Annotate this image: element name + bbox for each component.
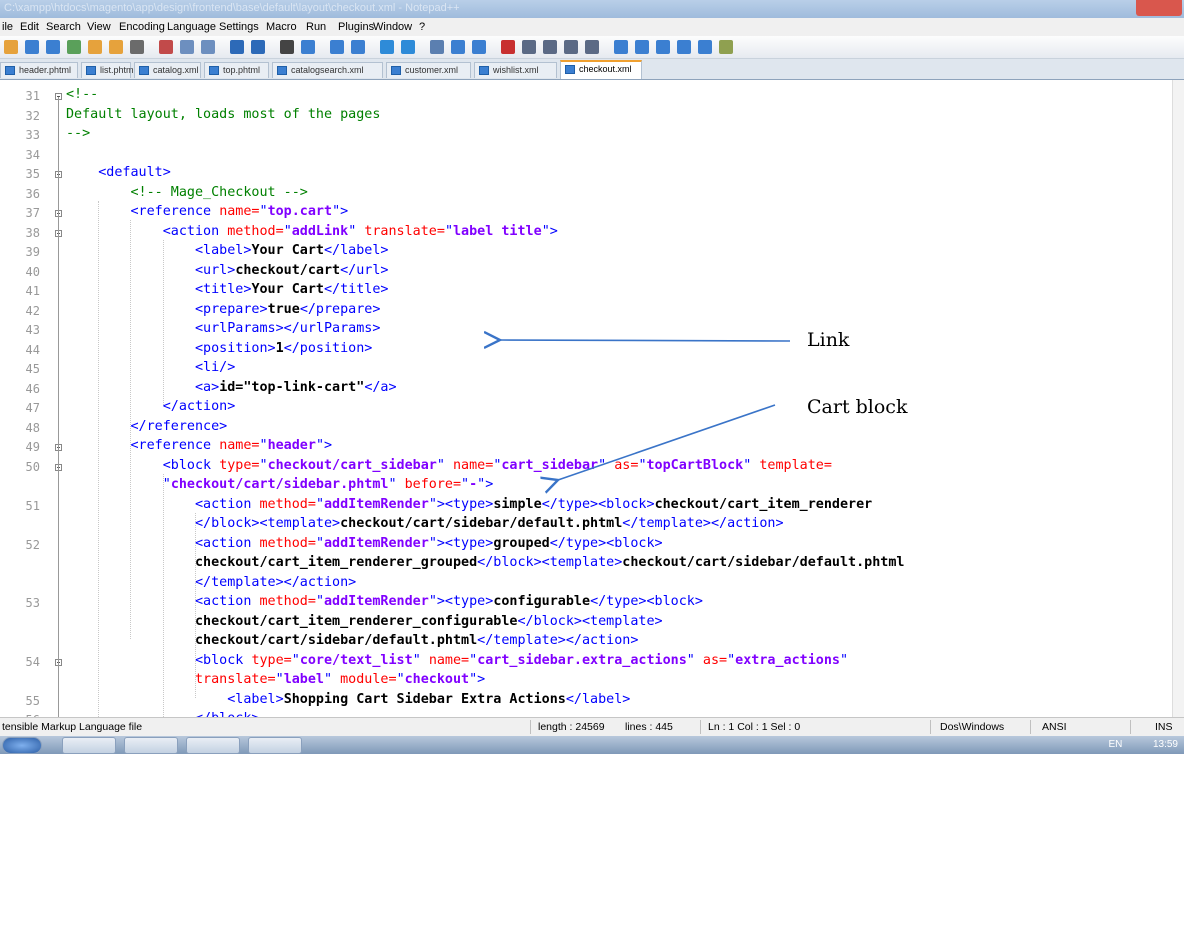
page-background — [0, 754, 1184, 946]
taskbar: EN 13:59 — [0, 736, 1184, 754]
explorer-taskbar-icon[interactable] — [62, 737, 116, 754]
word-taskbar-icon[interactable] — [186, 737, 240, 754]
clock[interactable]: 13:59 — [1153, 739, 1178, 750]
cart-block-arrow — [558, 404, 776, 480]
status-bar: tensible Markup Language file length : 2… — [0, 717, 1184, 736]
status-lines: lines : 445 — [625, 721, 673, 733]
status-eol: Dos\Windows — [940, 721, 1005, 733]
status-insert-mode: INS — [1155, 721, 1173, 733]
notepadpp-taskbar-icon[interactable] — [248, 737, 302, 754]
annotation-link: Link — [807, 329, 850, 351]
status-position: Ln : 1 Col : 1 Sel : 0 — [708, 721, 801, 733]
status-file-type: tensible Markup Language file — [2, 721, 143, 733]
status-encoding: ANSI — [1042, 721, 1067, 733]
start-button[interactable] — [2, 737, 42, 754]
chrome-taskbar-icon[interactable] — [124, 737, 178, 754]
link-arrow — [500, 340, 791, 341]
language-indicator[interactable]: EN — [1109, 739, 1123, 750]
status-length: length : 24569 — [538, 721, 605, 733]
annotation-cart-block: Cart block — [807, 396, 908, 418]
system-tray: EN 13:59 — [1109, 739, 1179, 750]
